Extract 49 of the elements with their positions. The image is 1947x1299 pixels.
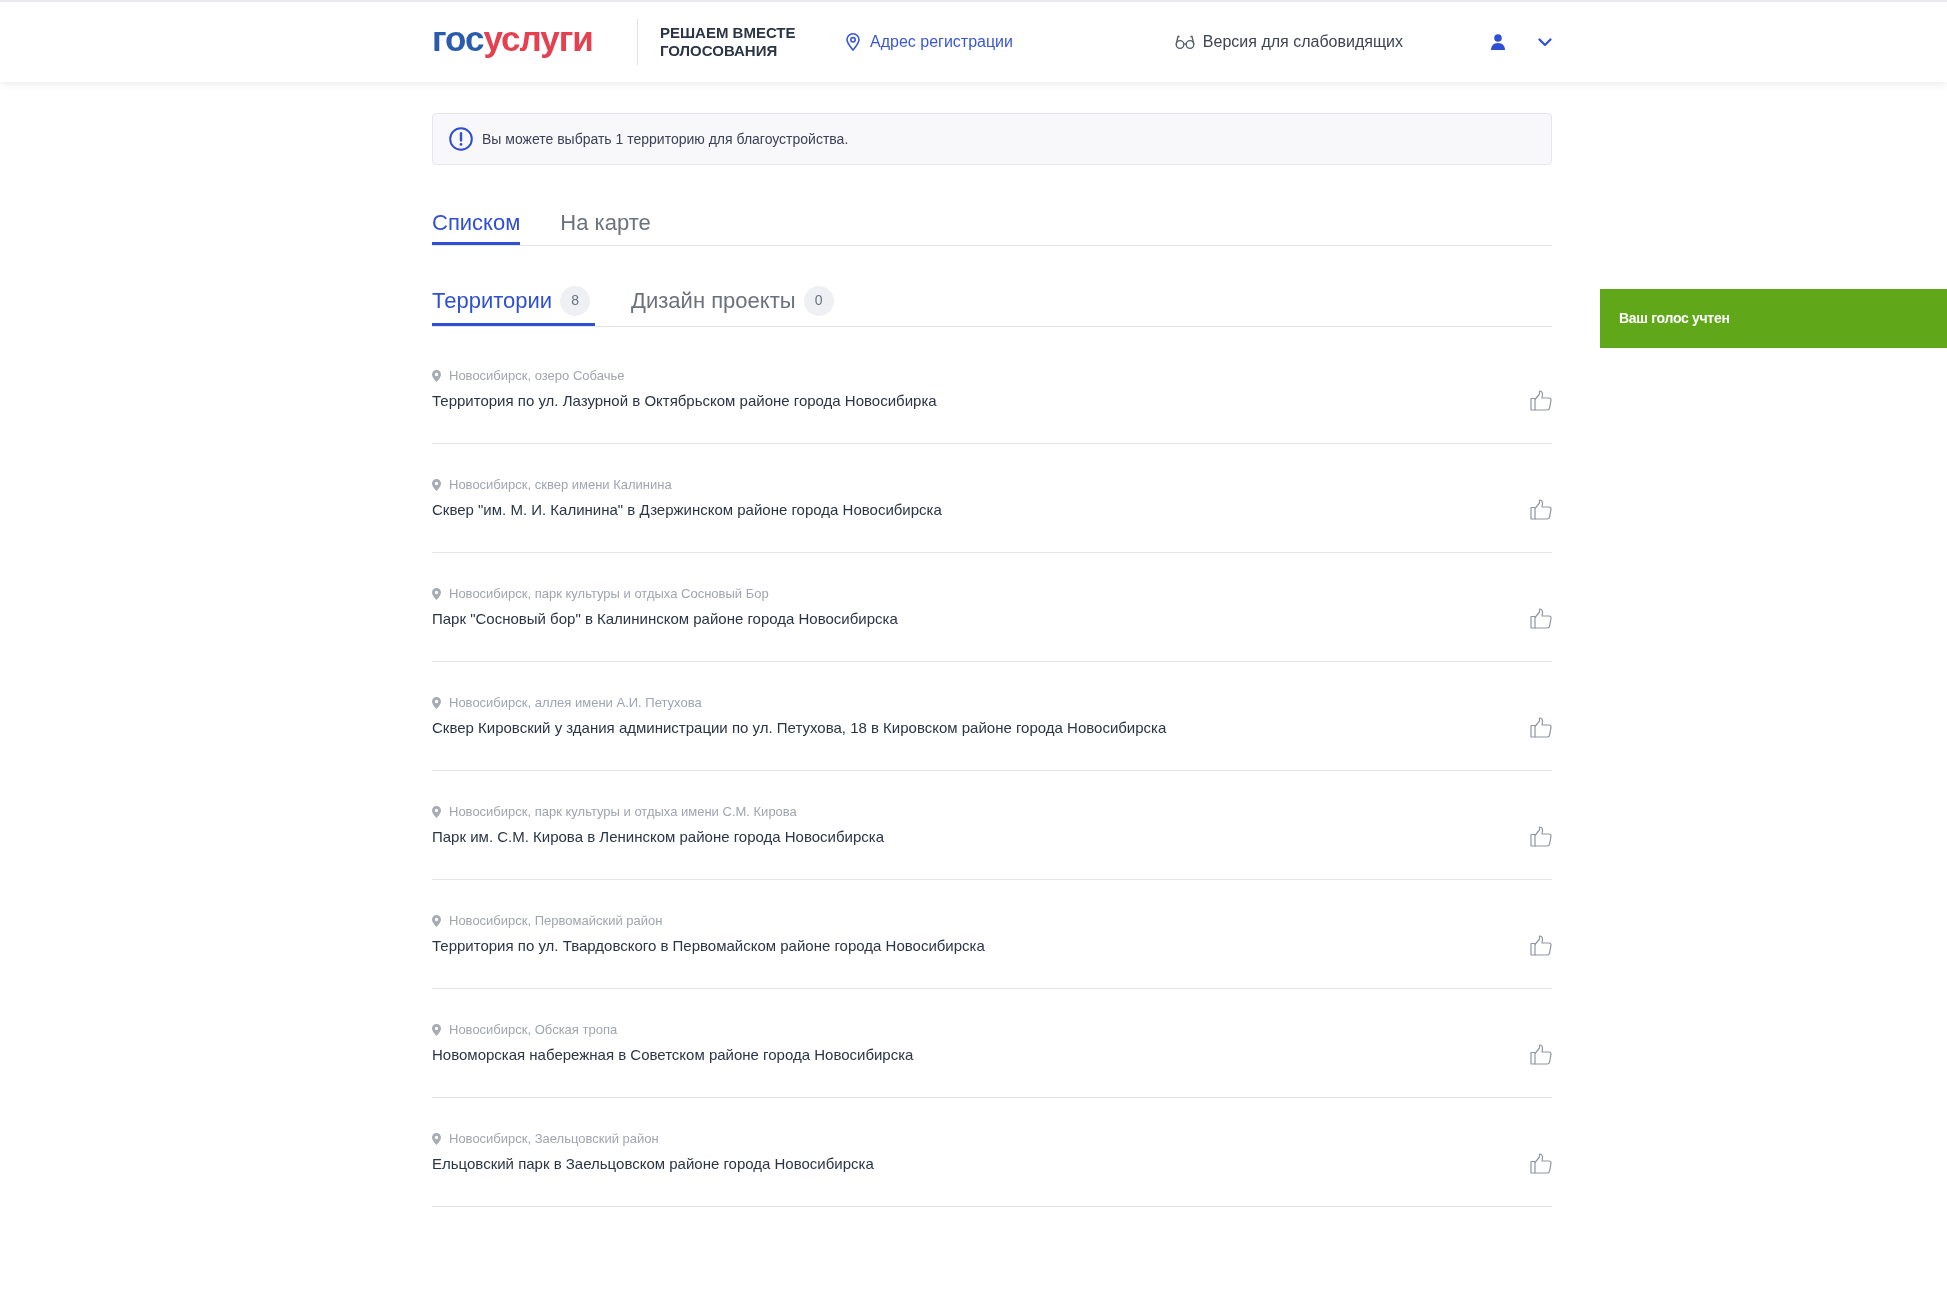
- map-pin-icon: [432, 479, 441, 491]
- category-tab[interactable]: Дизайн проекты 0: [631, 278, 839, 326]
- map-pin-icon: [846, 33, 860, 51]
- chevron-down-icon[interactable]: [1538, 37, 1552, 47]
- thumbs-up-icon[interactable]: [1530, 1153, 1552, 1174]
- glasses-icon: [1174, 35, 1195, 49]
- map-pin-icon: [432, 1024, 441, 1036]
- thumbs-up-icon[interactable]: [1530, 935, 1552, 956]
- map-pin-icon: [432, 370, 441, 382]
- territory-title[interactable]: Сквер Кировский у здания администрации по ул. Петухова, 18 в Кировском районе города Новосибирска: [432, 718, 1167, 738]
- thumbs-up-icon[interactable]: [1530, 717, 1552, 738]
- thumbs-up-icon[interactable]: [1530, 1044, 1552, 1065]
- thumbs-up-icon[interactable]: [1530, 608, 1552, 629]
- toast-message: Ваш голос учтен: [1619, 309, 1730, 328]
- count-badge: 0: [803, 285, 834, 316]
- map-pin-icon: [432, 1133, 441, 1145]
- category-tab[interactable]: Территории 8: [432, 278, 596, 326]
- territory-location: Новосибирск, Первомайский район: [449, 912, 663, 931]
- service-title: РЕШАЕМ ВМЕСТЕ ГОЛОСОВАНИЯ: [660, 24, 797, 60]
- territory-title[interactable]: Территория по ул. Лазурной в Октябрьском районе города Новосибирка: [432, 391, 937, 411]
- accessibility-link[interactable]: Версия для слабовидящих: [1174, 30, 1403, 54]
- territory-title[interactable]: Парк им. С.М. Кирова в Ленинском районе города Новосибирска: [432, 827, 885, 847]
- territory-title[interactable]: Парк "Сосновый бор" в Калининском районе города Новосибирска: [432, 609, 898, 629]
- thumbs-up-icon[interactable]: [1530, 390, 1552, 411]
- map-pin-icon: [432, 588, 441, 600]
- count-badge: 8: [560, 285, 591, 316]
- thumbs-up-icon[interactable]: [1530, 499, 1552, 520]
- map-pin-icon: [432, 697, 441, 709]
- alert-circle-icon: [449, 127, 473, 151]
- map-pin-icon: [432, 915, 441, 927]
- territory-title[interactable]: Новоморская набережная в Советском районе города Новосибирска: [432, 1045, 914, 1065]
- territory-location: Новосибирск, Обская тропа: [449, 1021, 618, 1040]
- user-icon[interactable]: [1491, 34, 1505, 50]
- view-tab[interactable]: На карте: [560, 203, 651, 245]
- territory-location: Новосибирск, сквер имени Калинина: [449, 476, 672, 495]
- territory-location: Новосибирск, аллея имени А.И. Петухова: [449, 694, 702, 713]
- territory-location: Новосибирск, парк культуры и отдыха имени С.М. Кирова: [449, 803, 797, 822]
- view-tab[interactable]: Списком: [432, 203, 521, 245]
- territory-title[interactable]: Сквер "им. М. И. Калинина" в Дзержинском районе города Новосибирска: [432, 500, 942, 520]
- territory-location: Новосибирск, Заельцовский район: [449, 1130, 659, 1149]
- territory-location: Новосибирск, парк культуры и отдыха Сосновый Бор: [449, 585, 769, 604]
- territory-title[interactable]: Территория по ул. Твардовского в Первомайском районе города Новосибирска: [432, 936, 985, 956]
- territory-title[interactable]: Ельцовский парк в Заельцовском районе города Новосибирска: [432, 1154, 874, 1174]
- address-link[interactable]: Адрес регистрации: [846, 30, 1013, 54]
- territory-location: Новосибирск, озеро Собачье: [449, 367, 625, 386]
- logo[interactable]: госуслуги: [432, 19, 593, 65]
- map-pin-icon: [432, 806, 441, 818]
- notice-text: Вы можете выбрать 1 территорию для благоустройства.: [482, 129, 849, 149]
- thumbs-up-icon[interactable]: [1530, 826, 1552, 847]
